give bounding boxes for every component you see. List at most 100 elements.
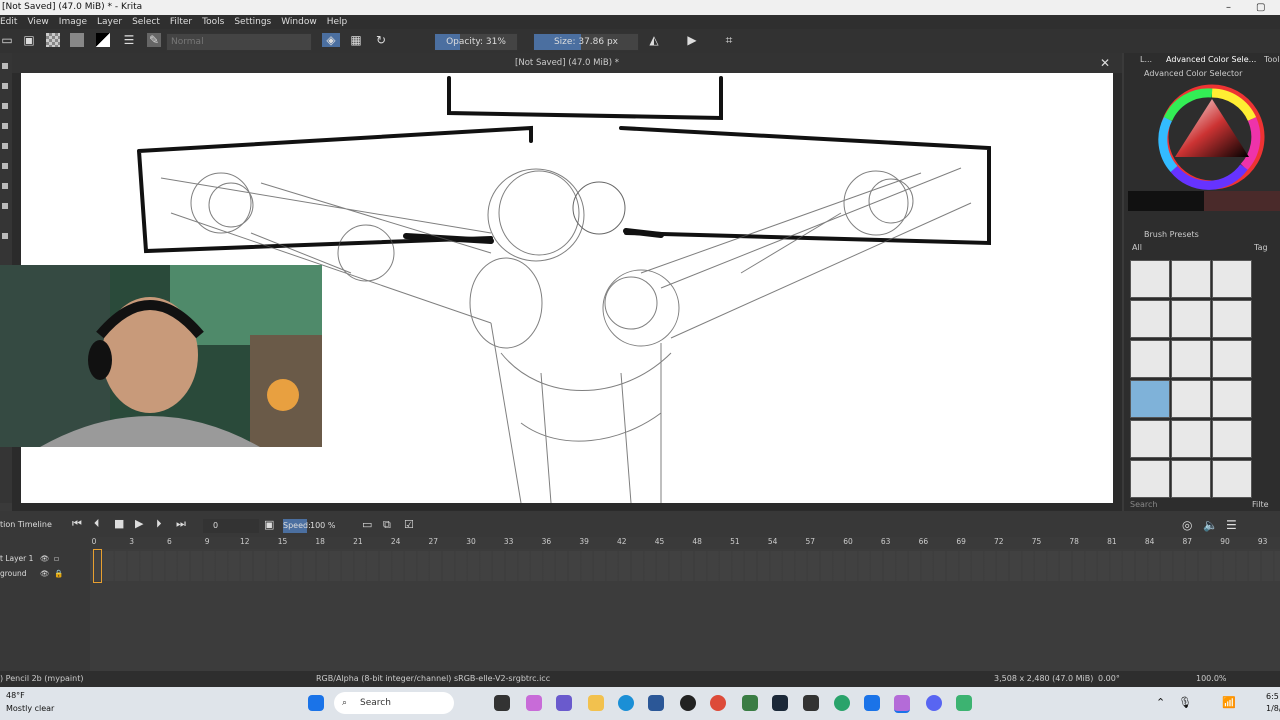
lock-icon[interactable]: 🔒 — [54, 567, 63, 581]
first-frame-icon[interactable]: ⏮ — [72, 517, 82, 531]
app-icon[interactable] — [956, 695, 972, 711]
mirror-vertical-icon[interactable]: ▶ — [685, 33, 699, 47]
edge-icon[interactable] — [618, 695, 634, 711]
brush-preset-item[interactable] — [1212, 340, 1252, 378]
timeline-layer-row[interactable]: ground 👁 🔒 — [0, 567, 90, 581]
menu-layer[interactable]: Layer — [97, 15, 122, 29]
size-slider[interactable]: Size: 37.86 px — [533, 33, 639, 51]
timeline-ruler[interactable]: 0 3 6 9 12 15 18 21 24 27 30 33 36 39 42 45 48 51 54 57 60 63… — [90, 537, 1280, 549]
clock-time[interactable]: 6:5 — [1266, 692, 1279, 701]
save-icon[interactable]: ▣ — [22, 33, 36, 47]
gradient-icon[interactable] — [70, 33, 84, 47]
menu-tools[interactable]: Tools — [202, 15, 224, 29]
taskbar-search[interactable]: ⌕ Search — [334, 692, 454, 714]
menu-window[interactable]: Window — [281, 15, 317, 29]
fg-bg-color-icon[interactable] — [96, 33, 110, 47]
zoom-value[interactable]: 100.0% — [1196, 671, 1227, 687]
opacity-slider[interactable]: Opacity: 31% — [434, 33, 518, 51]
volume-icon[interactable]: 🔈 — [1203, 518, 1218, 532]
brush-preset-item[interactable] — [1171, 340, 1211, 378]
brush-tag-label[interactable]: Tag — [1254, 243, 1268, 252]
chevron-up-icon[interactable]: ⌃ — [1156, 696, 1165, 709]
brush-preset-item[interactable] — [1130, 300, 1170, 338]
pattern-icon[interactable] — [46, 33, 60, 47]
brush-search-input[interactable]: Search — [1130, 500, 1157, 509]
frame-grid[interactable] — [90, 551, 1280, 581]
brush-preset-icon[interactable]: ✎ — [147, 33, 161, 47]
minimize-icon[interactable]: – — [1226, 0, 1231, 15]
brush-preset-item[interactable] — [1212, 380, 1252, 418]
brush-preset-item[interactable] — [1212, 420, 1252, 458]
visibility-icon[interactable]: 👁 — [40, 552, 50, 566]
steam-icon[interactable] — [772, 695, 788, 711]
weather-temp[interactable]: 48°F — [6, 691, 25, 700]
frame-number-field[interactable]: 0 — [203, 519, 259, 533]
brush-preset-item[interactable] — [1171, 420, 1211, 458]
prev-frame-icon[interactable]: ⏴ — [94, 517, 100, 531]
start-icon[interactable] — [308, 695, 324, 711]
reload-preset-icon[interactable]: ↻ — [374, 33, 388, 47]
dock-tab-layers[interactable]: L... — [1140, 55, 1152, 64]
menu-settings[interactable]: Settings — [234, 15, 271, 29]
mirror-horizontal-icon[interactable]: ◭ — [647, 33, 661, 47]
open-file-icon[interactable]: ▭ — [0, 33, 14, 47]
timeline-layer-row[interactable]: t Layer 1 👁 ▫ — [0, 552, 90, 566]
brush-filter-all[interactable]: All — [1132, 243, 1142, 252]
file-explorer-icon[interactable] — [588, 695, 604, 711]
audio-icon[interactable]: ◎ — [1182, 518, 1192, 532]
drop-frames-icon[interactable]: ▣ — [264, 518, 274, 531]
copilot-icon[interactable] — [526, 695, 542, 711]
alpha-lock-icon[interactable]: ▦ — [349, 33, 363, 47]
app-icon[interactable] — [864, 695, 880, 711]
menu-filter[interactable]: Filter — [170, 15, 192, 29]
brush-preset-item[interactable] — [1130, 420, 1170, 458]
brush-preset-item[interactable] — [1171, 300, 1211, 338]
teams-icon[interactable] — [556, 695, 572, 711]
next-frame-icon[interactable]: ⏵ — [156, 517, 162, 531]
rotation-value[interactable]: 0.00° — [1098, 671, 1120, 687]
task-view-icon[interactable] — [494, 695, 510, 711]
brush-settings-icon[interactable]: ☰ — [122, 33, 136, 47]
menu-select[interactable]: Select — [132, 15, 160, 29]
lock-icon[interactable]: ▫ — [54, 552, 59, 566]
menu-help[interactable]: Help — [327, 15, 348, 29]
close-document-icon[interactable]: ✕ — [1100, 53, 1110, 73]
dell-icon[interactable] — [680, 695, 696, 711]
chrome-icon[interactable] — [710, 695, 726, 711]
dock-tab-color-selector[interactable]: Advanced Color Sele... — [1166, 55, 1256, 64]
brush-preset-item[interactable] — [1171, 460, 1211, 498]
timeline-settings-icon[interactable]: ☑ — [404, 518, 414, 531]
eraser-mode-icon[interactable]: ◈ — [322, 33, 340, 47]
document-tab[interactable]: [Not Saved] (47.0 MiB) * ✕ — [12, 53, 1122, 73]
maximize-icon[interactable]: ▢ — [1256, 0, 1265, 15]
clock-date[interactable]: 1/8/ — [1266, 704, 1280, 713]
dock-tab-tool[interactable]: Tool — [1264, 55, 1280, 64]
brush-preset-item[interactable] — [1212, 300, 1252, 338]
brush-preset-item-selected[interactable] — [1130, 380, 1170, 418]
brush-preset-item[interactable] — [1212, 260, 1252, 298]
weather-desc[interactable]: Mostly clear — [6, 704, 54, 713]
microphone-icon[interactable]: 🎙 — [1178, 696, 1192, 709]
menu-view[interactable]: View — [27, 15, 48, 29]
menu-edit[interactable]: Edit — [0, 15, 17, 29]
menu-image[interactable]: Image — [59, 15, 87, 29]
brush-preset-item[interactable] — [1212, 460, 1252, 498]
app-icon[interactable] — [834, 695, 850, 711]
wifi-icon[interactable]: 📶 — [1222, 696, 1236, 709]
wrap-around-icon[interactable]: ⌗ — [722, 33, 736, 47]
layers-icon[interactable]: ⧉ — [383, 518, 391, 532]
blend-mode-select[interactable]: Normal — [166, 33, 312, 51]
store-icon[interactable] — [648, 695, 664, 711]
play-icon[interactable]: ▶ — [135, 517, 143, 530]
visibility-icon[interactable]: 👁 — [40, 567, 50, 581]
speed-value[interactable]: 100 % — [310, 519, 335, 533]
app-icon[interactable] — [803, 695, 819, 711]
brush-preset-item[interactable] — [1171, 380, 1211, 418]
discord-icon[interactable] — [926, 695, 942, 711]
brush-preset-item[interactable] — [1130, 260, 1170, 298]
onion-skin-icon[interactable]: ▭ — [362, 518, 372, 531]
color-wheel[interactable] — [1124, 79, 1280, 239]
brush-preset-item[interactable] — [1130, 460, 1170, 498]
last-frame-icon[interactable]: ⏭ — [176, 517, 186, 531]
brush-preset-item[interactable] — [1171, 260, 1211, 298]
